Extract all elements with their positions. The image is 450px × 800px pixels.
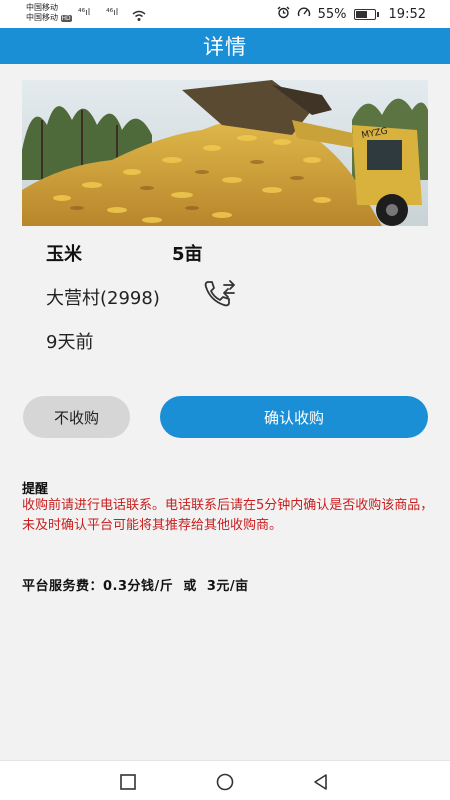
village-label: 大营村(2998) [46, 288, 160, 309]
wifi-icon [132, 7, 146, 26]
reject-button[interactable]: 不收购 [23, 396, 130, 438]
battery-icon [353, 8, 379, 20]
page-title: 详情 [203, 35, 247, 59]
carrier-2: 中国移动 HD [26, 13, 72, 24]
carrier-labels: 中国移动 中国移动 HD [26, 3, 72, 24]
nav-home-icon[interactable] [216, 773, 234, 791]
status-right: 55% 19:52 [277, 6, 426, 22]
signal-1-icon: ⁴⁶ıl [78, 8, 91, 18]
alarm-icon [277, 6, 290, 22]
notice-title: 提醒 [22, 482, 49, 497]
signal-2-icon: ⁴⁶ıl [106, 8, 119, 18]
battery-fill [355, 10, 367, 18]
app-bar: 详情 [0, 28, 450, 64]
service-fee: 平台服务费：0.3分钱/斤 或 3元/亩 [22, 579, 249, 594]
system-nav-bar [0, 760, 450, 800]
confirm-purchase-button[interactable]: 确认收购 [160, 396, 428, 438]
speedometer-icon [297, 6, 311, 22]
product-photo: MYZG [22, 80, 428, 226]
nav-recents-icon[interactable] [119, 773, 137, 791]
carrier-1: 中国移动 [26, 3, 58, 12]
posted-time: 9天前 [46, 332, 94, 353]
hd-badge: HD [60, 15, 72, 22]
crop-name: 玉米 [46, 244, 82, 265]
battery-percent: 55% [317, 6, 347, 22]
nav-back-icon[interactable] [312, 773, 330, 791]
notice-body: 收购前请进行电话联系。电话联系后请在5分钟内确认是否收购该商品，未及时确认平台可… [22, 498, 434, 533]
carrier-2-label: 中国移动 [26, 13, 58, 22]
phone-transfer-icon[interactable] [202, 278, 238, 310]
status-bar: 中国移动 中国移动 HD ⁴⁶ıl ⁴⁶ıl 55% 19:52 [0, 0, 450, 28]
clock: 19:52 [388, 6, 426, 22]
crop-area: 5亩 [172, 244, 203, 265]
